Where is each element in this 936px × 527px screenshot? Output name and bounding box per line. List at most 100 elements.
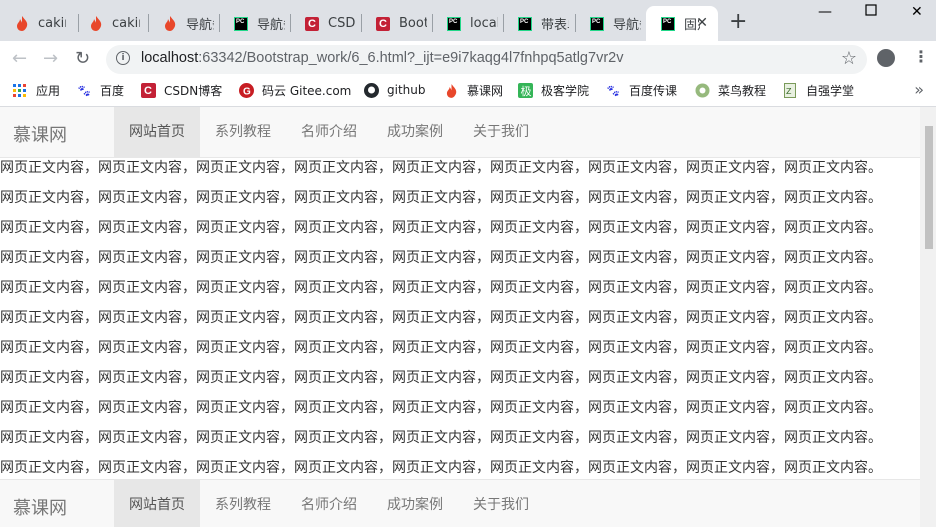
- bookmark-label: 百度: [100, 84, 125, 98]
- maximize-icon[interactable]: [865, 4, 877, 20]
- baidu-paw-icon: 🐾︎: [605, 83, 621, 98]
- content-line: 网页正文内容，网页正文内容，网页正文内容，网页正文内容，网页正文内容，网页正文内…: [0, 370, 882, 386]
- navbar-brand[interactable]: 慕课网: [13, 121, 67, 147]
- jikexueyuan-icon: 极: [517, 83, 533, 99]
- bookmarks-overflow-icon[interactable]: »: [914, 80, 924, 99]
- bookmark-item[interactable]: 慕课网: [443, 82, 503, 99]
- baidu-paw-icon: 🐾︎: [76, 83, 92, 98]
- page-icon: Z: [782, 83, 798, 99]
- bookmark-label: github: [387, 83, 426, 97]
- tab-title: Bootstrap: [399, 16, 427, 31]
- csdn-icon: C: [140, 83, 156, 99]
- pycharm-icon: PC: [660, 16, 676, 32]
- menu-kebab-icon[interactable]: ⋮: [913, 47, 929, 66]
- nav-link-cases[interactable]: 成功案例: [372, 480, 458, 527]
- bookmark-item[interactable]: G 码云 Gitee.com: [238, 82, 351, 99]
- bookmark-item[interactable]: 🐾︎ 百度: [76, 82, 124, 99]
- browser-toolbar: ← → ↻ i localhost:63342/Bootstrap_work/6…: [0, 41, 936, 77]
- browser-tab[interactable]: C Bootstrap: [361, 6, 433, 41]
- page-content: 网页正文内容，网页正文内容，网页正文内容，网页正文内容，网页正文内容，网页正文内…: [0, 158, 920, 488]
- bookmark-item[interactable]: 应用: [12, 82, 60, 99]
- flame-icon: [443, 83, 459, 99]
- browser-tab[interactable]: caking: [74, 6, 146, 41]
- svg-text:极: 极: [520, 84, 531, 98]
- browser-tab[interactable]: C CSDN: [290, 6, 362, 41]
- github-icon: [363, 82, 379, 98]
- nav-link-tutorials[interactable]: 系列教程: [200, 480, 286, 527]
- browser-tab[interactable]: 导航条: [148, 6, 220, 41]
- bookmarks-bar: 应用 🐾︎ 百度 C CSDN博客 G 码云 Gitee.com github …: [0, 77, 936, 107]
- bookmark-star-icon[interactable]: ☆: [841, 48, 857, 69]
- bookmark-item[interactable]: C CSDN博客: [140, 82, 222, 99]
- browser-tab[interactable]: caking: [0, 6, 78, 41]
- browser-tab[interactable]: PC localhost: [432, 6, 504, 41]
- bookmark-label: 菜鸟教程: [718, 84, 767, 98]
- back-icon[interactable]: ←: [12, 48, 27, 69]
- nav-link-about[interactable]: 关于我们: [458, 480, 544, 527]
- info-icon[interactable]: i: [116, 51, 130, 65]
- bookmark-label: 百度传课: [629, 84, 678, 98]
- csdn-icon: C: [304, 16, 320, 32]
- tab-title: 导航条: [186, 18, 214, 33]
- bookmark-item[interactable]: 🐾︎ 百度传课: [605, 82, 677, 99]
- nav-link-tutorials[interactable]: 系列教程: [200, 107, 286, 157]
- browser-tab[interactable]: PC 导航条: [219, 6, 291, 41]
- url-path: :63342/Bootstrap_work/6_6.html?_ijt=e9i7…: [198, 50, 624, 66]
- tab-title: CSDN: [328, 16, 356, 31]
- nav-link-home[interactable]: 网站首页: [114, 107, 200, 157]
- nav-link-home[interactable]: 网站首页: [114, 480, 200, 527]
- browser-tab-active[interactable]: PC 固定 ✕: [646, 6, 718, 41]
- content-line: 网页正文内容，网页正文内容，网页正文内容，网页正文内容，网页正文内容，网页正文内…: [0, 430, 882, 446]
- forward-icon[interactable]: →: [43, 48, 58, 69]
- content-line: 网页正文内容，网页正文内容，网页正文内容，网页正文内容，网页正文内容，网页正文内…: [0, 160, 882, 176]
- address-bar[interactable]: i localhost:63342/Bootstrap_work/6_6.htm…: [106, 45, 867, 74]
- nav-link-cases[interactable]: 成功案例: [372, 107, 458, 157]
- tab-strip: caking caking 导航条 PC 导航条 C CSDN C Bootst…: [0, 0, 936, 41]
- content-line: 网页正文内容，网页正文内容，网页正文内容，网页正文内容，网页正文内容，网页正文内…: [0, 250, 882, 266]
- navbar-top: 慕课网 网站首页 系列教程 名师介绍 成功案例 关于我们: [0, 107, 920, 158]
- runoob-icon: [694, 83, 710, 99]
- content-line: 网页正文内容，网页正文内容，网页正文内容，网页正文内容，网页正文内容，网页正文内…: [0, 220, 882, 236]
- bookmark-label: 应用: [36, 84, 61, 98]
- flame-icon: [162, 16, 178, 32]
- bookmark-label: 慕课网: [467, 84, 504, 98]
- account-avatar-icon[interactable]: [877, 49, 895, 67]
- tab-title: caking: [112, 16, 140, 31]
- scrollbar-thumb[interactable]: [925, 126, 933, 249]
- bookmark-label: CSDN博客: [164, 84, 223, 98]
- url-host: localhost: [141, 50, 199, 66]
- navbar-brand[interactable]: 慕课网: [13, 494, 67, 520]
- flame-icon: [88, 16, 104, 32]
- csdn-icon: C: [375, 16, 391, 32]
- bookmark-item[interactable]: 极 极客学院: [517, 82, 589, 99]
- tab-title: 导航条: [257, 18, 285, 33]
- url-text[interactable]: localhost:63342/Bootstrap_work/6_6.html?…: [141, 50, 623, 66]
- browser-tab[interactable]: PC 导航条: [575, 6, 647, 41]
- close-tab-icon[interactable]: ✕: [696, 15, 708, 31]
- svg-text:G: G: [243, 87, 251, 98]
- bookmark-item[interactable]: github: [363, 82, 425, 98]
- minimize-icon[interactable]: —: [818, 4, 832, 20]
- bookmark-item[interactable]: 菜鸟教程: [694, 82, 766, 99]
- bookmark-item[interactable]: Z 自强学堂: [782, 82, 854, 99]
- nav-link-teachers[interactable]: 名师介绍: [286, 480, 372, 527]
- reload-icon[interactable]: ↻: [75, 48, 90, 69]
- content-line: 网页正文内容，网页正文内容，网页正文内容，网页正文内容，网页正文内容，网页正文内…: [0, 310, 882, 326]
- bookmark-label: 码云 Gitee.com: [262, 84, 352, 98]
- svg-text:Z: Z: [786, 87, 792, 96]
- content-line: 网页正文内容，网页正文内容，网页正文内容，网页正文内容，网页正文内容，网页正文内…: [0, 340, 882, 356]
- content-line: 网页正文内容，网页正文内容，网页正文内容，网页正文内容，网页正文内容，网页正文内…: [0, 190, 882, 206]
- nav-link-about[interactable]: 关于我们: [458, 107, 544, 157]
- nav-link-teachers[interactable]: 名师介绍: [286, 107, 372, 157]
- new-tab-button[interactable]: +: [729, 11, 747, 33]
- close-window-icon[interactable]: ✕: [911, 4, 923, 20]
- tab-title: 导航条: [613, 18, 641, 33]
- tab-title: caking: [38, 16, 66, 31]
- navbar-bottom: 慕课网 网站首页 系列教程 名师介绍 成功案例 关于我们: [0, 479, 920, 527]
- tab-title: 带表单: [541, 18, 569, 33]
- content-line: 网页正文内容，网页正文内容，网页正文内容，网页正文内容，网页正文内容，网页正文内…: [0, 400, 882, 416]
- page-viewport: 慕课网 网站首页 系列教程 名师介绍 成功案例 关于我们 网页正文内容，网页正文…: [0, 107, 936, 527]
- pycharm-icon: PC: [233, 16, 249, 32]
- flame-icon: [14, 16, 30, 32]
- browser-tab[interactable]: PC 带表单: [503, 6, 575, 41]
